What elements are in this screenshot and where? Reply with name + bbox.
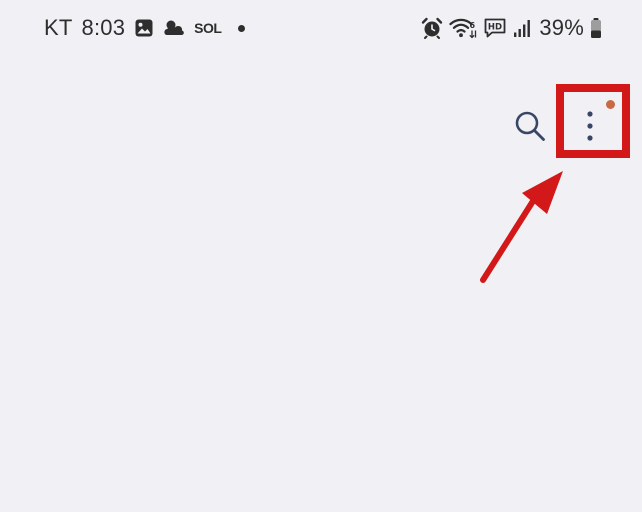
carrier-logo: SOL (194, 20, 222, 36)
status-bar: KT 8:03 SOL 6 HD 39% (0, 0, 642, 56)
image-icon (134, 18, 154, 38)
search-button[interactable] (512, 108, 548, 144)
battery-icon (590, 17, 602, 39)
clock: 8:03 (81, 15, 126, 40)
carrier-label: KT (44, 15, 73, 40)
svg-text:HD: HD (488, 23, 502, 33)
wifi-6-icon: 6 (449, 17, 477, 39)
alarm-icon (421, 17, 443, 39)
status-bar-right: 6 HD 39% (421, 14, 602, 42)
signal-bars-icon (513, 18, 533, 38)
annotation-arrow (480, 171, 563, 283)
hd-voice-icon: HD (483, 17, 507, 39)
status-bar-left: KT 8:03 SOL (44, 14, 246, 42)
svg-text:6: 6 (470, 21, 476, 30)
search-icon (513, 109, 547, 143)
more-notifications-dot (238, 24, 246, 32)
annotation-highlight-box (556, 84, 630, 158)
cloud-icon (163, 19, 185, 37)
battery-percentage: 39% (539, 15, 584, 40)
